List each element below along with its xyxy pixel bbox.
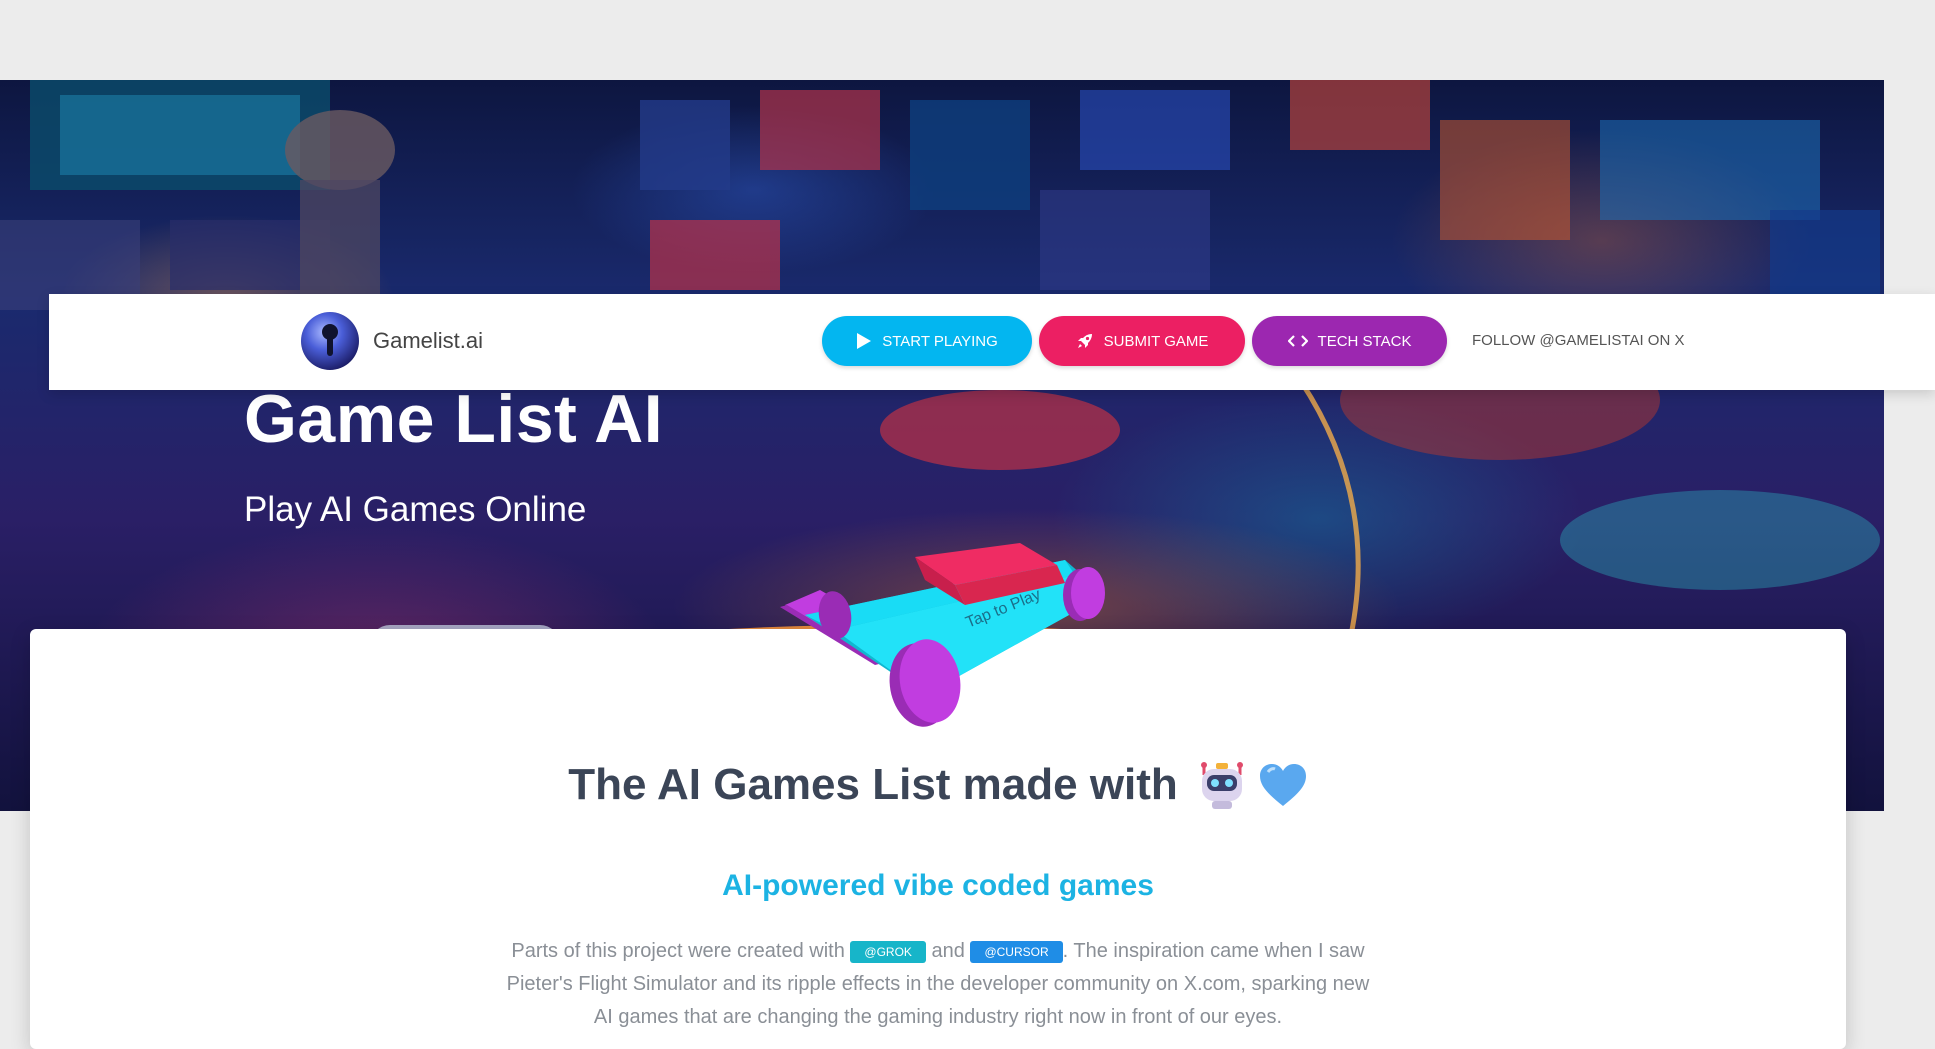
submit-game-label: SUBMIT GAME xyxy=(1103,332,1209,350)
hero-title: Game List AI xyxy=(244,381,664,457)
start-playing-label: START PLAYING xyxy=(882,332,998,350)
top-navbar: Gamelist.ai START PLAYING SUBMIT GAME TE… xyxy=(49,294,1935,390)
hero-subtitle: Play AI Games Online xyxy=(244,490,587,529)
robot-icon xyxy=(1200,762,1243,809)
page-subtitle: AI-powered vibe coded games xyxy=(722,869,1154,902)
tech-stack-button[interactable]: TECH STACK xyxy=(1252,316,1447,366)
heart-icon xyxy=(1259,764,1306,806)
rocket-icon xyxy=(1076,332,1094,350)
tech-stack-label: TECH STACK xyxy=(1317,332,1412,350)
cursor-tag[interactable]: @CURSOR xyxy=(970,941,1063,963)
code-icon xyxy=(1287,334,1308,348)
tap-to-play-car[interactable]: Tap to Play xyxy=(775,535,1130,735)
start-playing-button[interactable]: START PLAYING xyxy=(822,316,1032,366)
page-title: The AI Games List made with xyxy=(30,759,1846,811)
intro-paragraph: Parts of this project were created with … xyxy=(495,935,1381,1034)
intro-text-part2: and xyxy=(931,940,965,962)
brand-link[interactable]: Gamelist.ai xyxy=(301,311,483,371)
nav-button-group: START PLAYING SUBMIT GAME TECH STACK xyxy=(822,316,1454,366)
submit-game-button[interactable]: SUBMIT GAME xyxy=(1039,316,1245,366)
joystick-logo-icon xyxy=(301,312,359,370)
follow-on-x-link[interactable]: FOLLOW @GAMELISTAI ON X xyxy=(1472,332,1684,349)
grok-tag[interactable]: @GROK xyxy=(850,941,926,963)
play-icon xyxy=(856,332,872,350)
intro-text-part1: Parts of this project were created with xyxy=(511,940,845,962)
brand-name: Gamelist.ai xyxy=(373,328,484,353)
page-title-text: The AI Games List made with xyxy=(568,760,1178,809)
